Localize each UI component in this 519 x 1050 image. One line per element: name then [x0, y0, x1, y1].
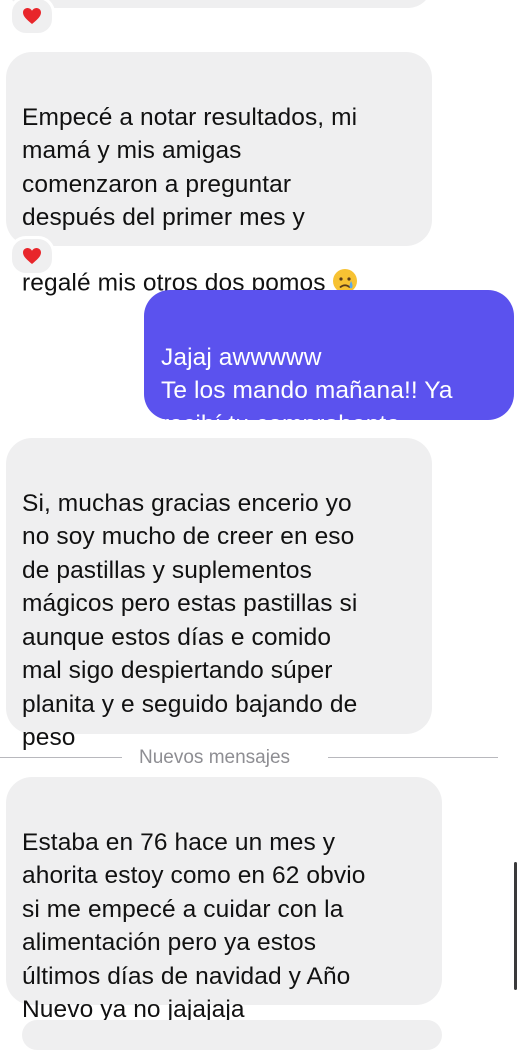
- incoming-message-bubble[interactable]: Estaba en 76 hace un mes y ahorita estoy…: [6, 777, 442, 1023]
- heart-icon: [23, 8, 41, 24]
- incoming-message-bubble[interactable]: Si, muchas gracias encerio yo no soy muc…: [6, 438, 432, 751]
- incoming-message-bubble[interactable]: Empecé a notar resultados, mi mamá y mis…: [6, 52, 432, 296]
- message-bubble-next[interactable]: [22, 1020, 442, 1050]
- outgoing-message-bubble[interactable]: Jajaj awwwww Te los mando mañana!! Ya re…: [144, 290, 514, 438]
- message-text: Estaba en 76 hace un mes y ahorita estoy…: [22, 828, 366, 1024]
- divider-line-left: [0, 757, 122, 758]
- message-text: Jajaj awwwww Te los mando mañana!! Ya re…: [161, 343, 453, 438]
- scrollbar[interactable]: [514, 862, 517, 990]
- message-text: Si, muchas gracias encerio yo no soy muc…: [22, 489, 358, 752]
- new-messages-label: Nuevos mensajes: [139, 747, 291, 768]
- heart-icon: [23, 248, 41, 264]
- message-bubble-previous[interactable]: [6, 0, 432, 8]
- reaction-badge[interactable]: [9, 0, 55, 36]
- divider-line-right: [328, 757, 498, 758]
- reaction-badge[interactable]: [9, 236, 55, 276]
- message-text: Empecé a notar resultados, mi mamá y mis…: [22, 103, 358, 297]
